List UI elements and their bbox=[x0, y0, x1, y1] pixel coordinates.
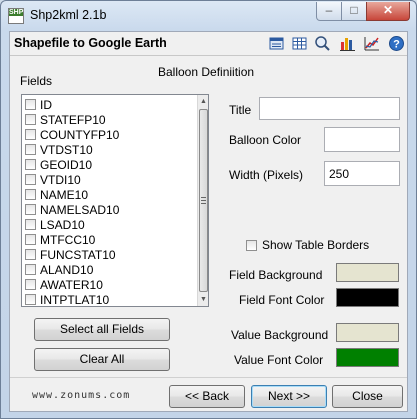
show-table-borders-label: Show Table Borders bbox=[262, 238, 370, 252]
field-name: GEOID10 bbox=[40, 157, 93, 172]
field-name: INTPTLAT10 bbox=[40, 292, 110, 307]
title-bar[interactable]: SHP Shp2kml 2.1b – □ ✕ bbox=[1, 1, 416, 31]
list-item[interactable]: ALAND10 bbox=[25, 262, 93, 277]
dialog-client: Shapefile to Google Earth ? Balloon Defi… bbox=[9, 31, 408, 412]
back-button[interactable]: << Back bbox=[169, 385, 245, 408]
field-name: STATEFP10 bbox=[40, 112, 106, 127]
page-title: Shapefile to Google Earth bbox=[14, 36, 167, 50]
header-bar: Shapefile to Google Earth ? bbox=[10, 32, 407, 56]
field-name: VTDST10 bbox=[40, 142, 93, 157]
field-name: NAMELSAD10 bbox=[40, 202, 120, 217]
field-name: NAME10 bbox=[40, 187, 89, 202]
value-background-swatch[interactable] bbox=[336, 323, 399, 342]
field-checkbox[interactable] bbox=[25, 174, 36, 185]
balloon-heading: Balloon Definiition bbox=[158, 65, 255, 79]
scroll-thumb[interactable] bbox=[199, 109, 208, 292]
app-window: SHP Shp2kml 2.1b – □ ✕ Shapefile to Goog… bbox=[0, 0, 417, 419]
list-item[interactable]: NAMELSAD10 bbox=[25, 202, 119, 217]
fields-scrollbar[interactable]: ▲ ▼ bbox=[197, 95, 208, 306]
field-checkbox[interactable] bbox=[25, 249, 36, 260]
title-input[interactable] bbox=[259, 97, 400, 120]
field-font-color-label: Field Font Color bbox=[239, 293, 325, 307]
field-background-label: Field Background bbox=[229, 268, 323, 282]
list-item[interactable]: NAME10 bbox=[25, 187, 88, 202]
field-name: FUNCSTAT10 bbox=[40, 247, 116, 262]
list-item[interactable]: AWATER10 bbox=[25, 277, 103, 292]
search-icon[interactable] bbox=[314, 35, 331, 52]
app-icon: SHP bbox=[8, 8, 24, 24]
field-name: ID bbox=[40, 97, 52, 112]
field-name: VTDI10 bbox=[40, 172, 81, 187]
balloon-color-label: Balloon Color bbox=[229, 133, 302, 147]
close-button[interactable]: Close bbox=[332, 385, 403, 408]
window-title: Shp2kml 2.1b bbox=[30, 8, 107, 22]
list-item[interactable]: MTFCC10 bbox=[25, 232, 95, 247]
show-table-borders-checkbox[interactable] bbox=[246, 240, 257, 251]
help-icon[interactable]: ? bbox=[388, 35, 405, 52]
field-checkbox[interactable] bbox=[25, 219, 36, 230]
list-item[interactable]: VTDST10 bbox=[25, 142, 93, 157]
field-checkbox[interactable] bbox=[25, 114, 36, 125]
field-checkbox[interactable] bbox=[25, 144, 36, 155]
field-name: AWATER10 bbox=[40, 277, 103, 292]
maximize-button[interactable]: □ bbox=[341, 2, 367, 21]
select-all-fields-button[interactable]: Select all Fields bbox=[34, 318, 170, 341]
list-item[interactable]: VTDI10 bbox=[25, 172, 81, 187]
field-name: LSAD10 bbox=[40, 217, 85, 232]
field-checkbox[interactable] bbox=[25, 99, 36, 110]
field-checkbox[interactable] bbox=[25, 204, 36, 215]
brand-text: www.zonums.com bbox=[32, 390, 131, 401]
list-item[interactable]: LSAD10 bbox=[25, 217, 85, 232]
list-item[interactable]: INTPTLAT10 bbox=[25, 292, 110, 307]
field-name: MTFCC10 bbox=[40, 232, 96, 247]
list-item[interactable]: ID bbox=[25, 97, 52, 112]
field-name: ALAND10 bbox=[40, 262, 94, 277]
title-label: Title bbox=[229, 103, 252, 117]
scroll-down-arrow-icon[interactable]: ▼ bbox=[198, 293, 208, 306]
grip-icon bbox=[201, 197, 206, 204]
field-checkbox[interactable] bbox=[25, 279, 36, 290]
close-window-button[interactable]: ✕ bbox=[366, 2, 410, 21]
fields-label: Fields bbox=[20, 74, 53, 88]
value-background-label: Value Background bbox=[231, 328, 329, 342]
field-font-color-swatch[interactable] bbox=[336, 288, 399, 307]
balloon-color-picker[interactable] bbox=[324, 127, 400, 152]
value-font-color-label: Value Font Color bbox=[234, 353, 324, 367]
field-name: COUNTYFP10 bbox=[40, 127, 120, 142]
scroll-up-arrow-icon[interactable]: ▲ bbox=[198, 95, 208, 108]
width-input[interactable]: 250 bbox=[324, 161, 400, 186]
fields-list[interactable]: ID STATEFP10 COUNTYFP10 VTDST10 GEOID10 VTDI1… bbox=[21, 94, 209, 307]
grid-icon[interactable] bbox=[291, 35, 308, 52]
list-item[interactable]: COUNTYFP10 bbox=[25, 127, 119, 142]
value-font-color-swatch[interactable] bbox=[336, 348, 399, 367]
list-item[interactable]: FUNCSTAT10 bbox=[25, 247, 116, 262]
list-item[interactable]: GEOID10 bbox=[25, 157, 92, 172]
clear-all-button[interactable]: Clear All bbox=[34, 348, 170, 371]
width-label: Width (Pixels) bbox=[229, 168, 304, 182]
field-checkbox[interactable] bbox=[25, 159, 36, 170]
bar-chart-icon[interactable] bbox=[339, 35, 356, 52]
minimize-button[interactable]: – bbox=[316, 2, 342, 21]
list-item[interactable]: STATEFP10 bbox=[25, 112, 106, 127]
field-checkbox[interactable] bbox=[25, 264, 36, 275]
field-checkbox[interactable] bbox=[25, 189, 36, 200]
line-chart-icon[interactable] bbox=[363, 35, 380, 52]
next-button[interactable]: Next >> bbox=[251, 385, 327, 408]
table-view-icon[interactable] bbox=[268, 35, 285, 52]
field-checkbox[interactable] bbox=[25, 129, 36, 140]
field-checkbox[interactable] bbox=[25, 294, 36, 305]
footer-divider bbox=[10, 377, 407, 378]
svg-text:?: ? bbox=[393, 39, 400, 51]
field-background-swatch[interactable] bbox=[336, 263, 399, 282]
field-checkbox[interactable] bbox=[25, 234, 36, 245]
